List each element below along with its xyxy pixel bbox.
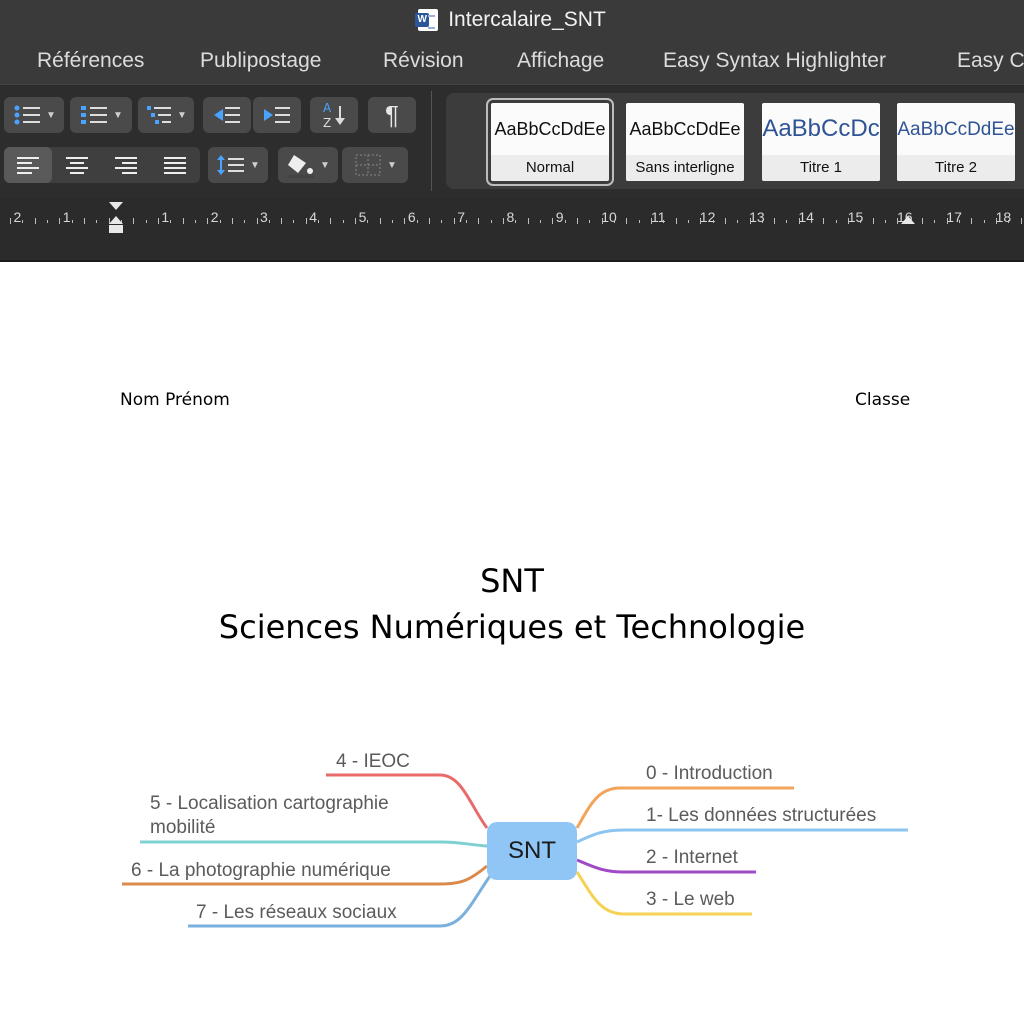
sort-az-icon: A Z [323,101,345,130]
chevron-down-icon: ▼ [387,159,397,171]
align-left-button[interactable] [4,147,52,183]
ribbon-tabs: Références Publipostage Révision Afficha… [0,40,1024,84]
style-sans-interligne[interactable]: AaBbCcDdEe Sans interligne [626,103,744,181]
tab-publipostage[interactable]: Publipostage [200,49,321,73]
justify-button[interactable] [151,147,199,183]
pilcrow-icon: ¶ [385,99,399,130]
style-sample: AaBbCcDdEe [897,119,1015,140]
tab-references[interactable]: Références [37,49,144,73]
bullet-list-button[interactable]: ▼ [4,97,64,133]
hanging-indent-marker[interactable] [109,216,123,224]
line-spacing-icon [217,155,245,175]
bullet-list-icon [14,105,41,125]
ruler-markers [109,202,915,233]
window-title: Intercalaire_SNT [448,8,606,31]
align-right-button[interactable] [102,147,150,183]
align-right-icon [115,157,137,174]
name-label: Nom Prénom [120,390,230,410]
tab-affichage[interactable]: Affichage [517,49,604,73]
styles-gallery: AaBbCcDdEe Normal AaBbCcDdEe Sans interl… [446,93,1024,189]
sort-button[interactable]: A Z [310,97,358,133]
ribbon-toolbar: ▼ ▼ ▼ A Z ¶ ▼ ▼ ▼ AaBbCcDdEe Normal AaBb… [0,84,1024,198]
word-app-icon [415,9,439,31]
numbered-list-button[interactable]: ▼ [70,97,132,133]
first-line-indent-marker[interactable] [109,202,123,210]
horizontal-ruler[interactable]: 2 1 1 2 3 4 5 6 7 8 9 10 11 12 13 14 15 16 17 18 [0,198,1024,262]
decrease-indent-icon [214,107,240,123]
style-label: Titre 1 [762,155,880,181]
show-formatting-button[interactable]: ¶ [368,97,416,133]
title-bar: Intercalaire_SNT [0,0,1024,40]
align-left-icon [17,157,39,174]
chevron-down-icon: ▼ [320,159,330,171]
increase-indent-button[interactable] [253,97,301,133]
decrease-indent-button[interactable] [203,97,251,133]
style-titre-2[interactable]: AaBbCcDdEe Titre 2 [897,103,1015,181]
tab-revision[interactable]: Révision [383,49,464,73]
line-spacing-button[interactable]: ▼ [208,147,268,183]
style-label: Sans interligne [626,155,744,181]
multilevel-list-icon [147,106,172,124]
style-label: Normal [491,155,609,181]
chevron-down-icon: ▼ [177,109,187,121]
style-titre-1[interactable]: AaBbCcDc Titre 1 [762,103,880,181]
svg-text:A: A [323,101,332,115]
right-indent-marker[interactable] [901,216,915,224]
borders-button[interactable]: ▼ [342,147,408,183]
style-normal[interactable]: AaBbCcDdEe Normal [486,98,614,186]
borders-icon [355,154,381,176]
tab-easy-syntax-highlighter[interactable]: Easy Syntax Highlighter [663,49,886,73]
ribbon-separator [431,91,432,191]
style-sample: AaBbCcDc [762,115,880,142]
chevron-down-icon: ▼ [46,109,56,121]
paint-bucket-icon [288,155,315,178]
document-page[interactable]: Nom Prénom Classe SNT Sciences Numérique… [0,262,1024,1031]
tab-easy-c[interactable]: Easy C [957,49,1024,73]
style-sample: AaBbCcDdEe [629,119,741,139]
increase-indent-icon [264,107,290,123]
chevron-down-icon: ▼ [113,109,123,121]
numbered-list-icon [81,106,108,124]
style-label: Titre 2 [897,155,1015,181]
justify-icon [164,157,186,174]
document-subtitle: Sciences Numériques et Technologie [218,608,806,646]
document-title: SNT [480,562,544,600]
left-indent-marker[interactable] [109,225,123,233]
align-center-button[interactable] [53,147,101,183]
multilevel-list-button[interactable]: ▼ [138,97,194,133]
class-label: Classe [855,390,911,410]
shading-button[interactable]: ▼ [278,147,338,183]
svg-text:Z: Z [323,116,331,130]
style-sample: AaBbCcDdEe [494,119,606,139]
chevron-down-icon: ▼ [250,159,260,171]
align-center-icon [66,157,88,174]
